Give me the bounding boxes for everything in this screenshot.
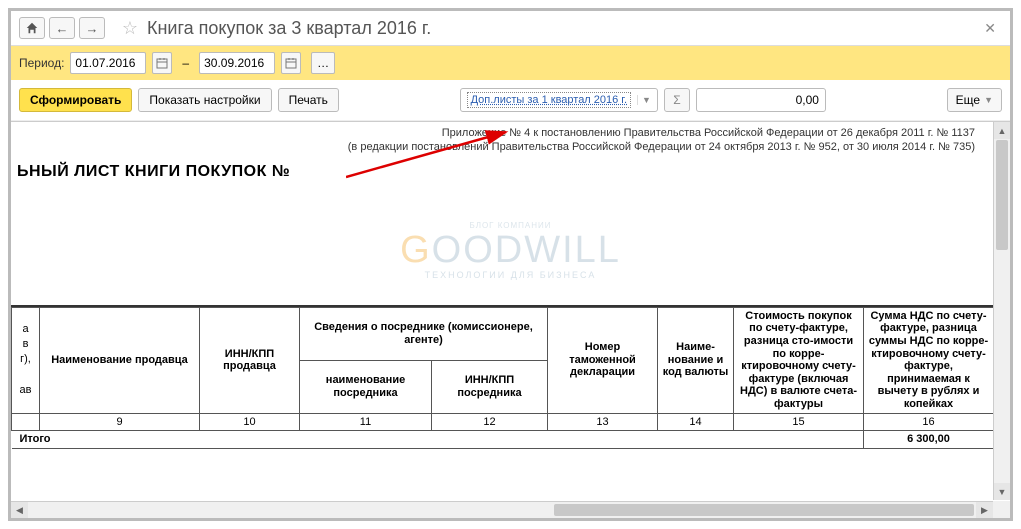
colnum-14: 14 bbox=[658, 413, 734, 431]
table-colnum-row: 9 10 11 12 13 14 15 16 bbox=[12, 413, 994, 431]
scrollbar-corner bbox=[993, 501, 1010, 518]
home-icon bbox=[25, 21, 39, 35]
col-10-header: ИНН/КПП продавца bbox=[200, 307, 300, 413]
regulation-line2: (в редакции постановлений Правительства … bbox=[11, 140, 975, 154]
scroll-thumb-vertical[interactable] bbox=[996, 140, 1008, 250]
forward-button[interactable]: → bbox=[79, 17, 105, 39]
report-table: авг),ав Наименование продавца ИНН/КПП пр… bbox=[11, 307, 994, 449]
calendar-from-button[interactable] bbox=[152, 52, 172, 74]
dropdown-selected-value: Доп.листы за 1 квартал 2016 г. bbox=[467, 92, 631, 108]
app-window: ← → ☆ Книга покупок за 3 квартал 2016 г.… bbox=[8, 8, 1013, 521]
back-button[interactable]: ← bbox=[49, 17, 75, 39]
col-15-header: Стоимость покупок по счету-фактуре, разн… bbox=[734, 307, 864, 413]
calendar-to-button[interactable] bbox=[281, 52, 301, 74]
scroll-thumb-horizontal[interactable] bbox=[554, 504, 974, 516]
print-button[interactable]: Печать bbox=[278, 88, 339, 112]
col-16-header: Сумма НДС по счету-фактуре, разница сумм… bbox=[864, 307, 994, 413]
period-picker-button[interactable]: … bbox=[311, 52, 335, 74]
close-button[interactable]: ✕ bbox=[978, 20, 1002, 37]
regulation-line1: Приложение № 4 к постановлению Правитель… bbox=[11, 126, 975, 140]
period-bar: Период: – … bbox=[11, 46, 1010, 80]
vertical-scrollbar[interactable]: ▲ ▼ bbox=[993, 122, 1010, 500]
watermark: БЛОГ КОМПАНИИ GOODWILL ТЕХНОЛОГИИ ДЛЯ БИ… bbox=[400, 222, 621, 280]
favorite-star-icon[interactable]: ☆ bbox=[119, 17, 141, 39]
chevron-down-icon: ▼ bbox=[984, 95, 993, 105]
sum-input[interactable] bbox=[696, 88, 826, 112]
total-value: 6 300,00 bbox=[864, 431, 994, 449]
col-11-12-group-header: Сведения о посреднике (комиссионере, аге… bbox=[300, 307, 548, 360]
home-button[interactable] bbox=[19, 17, 45, 39]
colnum-9: 9 bbox=[40, 413, 200, 431]
watermark-top: БЛОГ КОМПАНИИ bbox=[400, 222, 621, 230]
col-13-header: Номер таможенной декларации bbox=[548, 307, 658, 413]
document-heading: ЬНЫЙ ЛИСТ КНИГИ ПОКУПОК № bbox=[11, 157, 993, 187]
col-14-header: Наиме-нование и код валюты bbox=[658, 307, 734, 413]
col-8-header: авг),ав bbox=[12, 307, 40, 413]
period-dash: – bbox=[182, 56, 189, 70]
report-table-wrap: авг),ав Наименование продавца ИНН/КПП пр… bbox=[11, 305, 993, 449]
regulation-text: Приложение № 4 к постановлению Правитель… bbox=[11, 122, 993, 157]
table-total-row: Итого 6 300,00 bbox=[12, 431, 994, 449]
scroll-up-button[interactable]: ▲ bbox=[994, 122, 1010, 139]
calendar-icon bbox=[285, 57, 297, 69]
scroll-right-button[interactable]: ▶ bbox=[976, 502, 993, 518]
horizontal-scrollbar[interactable]: ◀ ▶ bbox=[11, 501, 993, 518]
period-label: Период: bbox=[19, 56, 64, 70]
titlebar: ← → ☆ Книга покупок за 3 квартал 2016 г.… bbox=[11, 11, 1010, 46]
document-area: Приложение № 4 к постановлению Правитель… bbox=[11, 122, 1010, 518]
period-from-input[interactable] bbox=[70, 52, 146, 74]
watermark-sub: ТЕХНОЛОГИИ ДЛЯ БИЗНЕСА bbox=[400, 271, 621, 280]
content-area: Приложение № 4 к постановлению Правитель… bbox=[11, 121, 1010, 518]
table-header-row: авг),ав Наименование продавца ИНН/КПП пр… bbox=[12, 307, 994, 360]
additional-sheets-dropdown[interactable]: Доп.листы за 1 квартал 2016 г. ▼ bbox=[460, 88, 658, 112]
scroll-left-button[interactable]: ◀ bbox=[11, 502, 28, 518]
col-11-header: наименование посредника bbox=[300, 360, 432, 413]
calendar-icon bbox=[156, 57, 168, 69]
sigma-button[interactable]: Σ bbox=[664, 88, 690, 112]
colnum-11: 11 bbox=[300, 413, 432, 431]
show-settings-button[interactable]: Показать настройки bbox=[138, 88, 271, 112]
more-label: Еще bbox=[956, 93, 980, 107]
toolbar: Сформировать Показать настройки Печать Д… bbox=[11, 80, 1010, 121]
generate-button[interactable]: Сформировать bbox=[19, 88, 132, 112]
total-label: Итого bbox=[12, 431, 864, 449]
colnum-10: 10 bbox=[200, 413, 300, 431]
colnum-16: 16 bbox=[864, 413, 994, 431]
colnum-15: 15 bbox=[734, 413, 864, 431]
chevron-down-icon: ▼ bbox=[637, 95, 655, 105]
period-to-input[interactable] bbox=[199, 52, 275, 74]
col-12-header: ИНН/КПП посредника bbox=[432, 360, 548, 413]
more-button[interactable]: Еще ▼ bbox=[947, 88, 1002, 112]
col-9-header: Наименование продавца bbox=[40, 307, 200, 413]
colnum-12: 12 bbox=[432, 413, 548, 431]
watermark-main: GOODWILL bbox=[400, 231, 621, 269]
window-title: Книга покупок за 3 квартал 2016 г. bbox=[147, 18, 431, 39]
scroll-down-button[interactable]: ▼ bbox=[994, 483, 1010, 500]
colnum-13: 13 bbox=[548, 413, 658, 431]
